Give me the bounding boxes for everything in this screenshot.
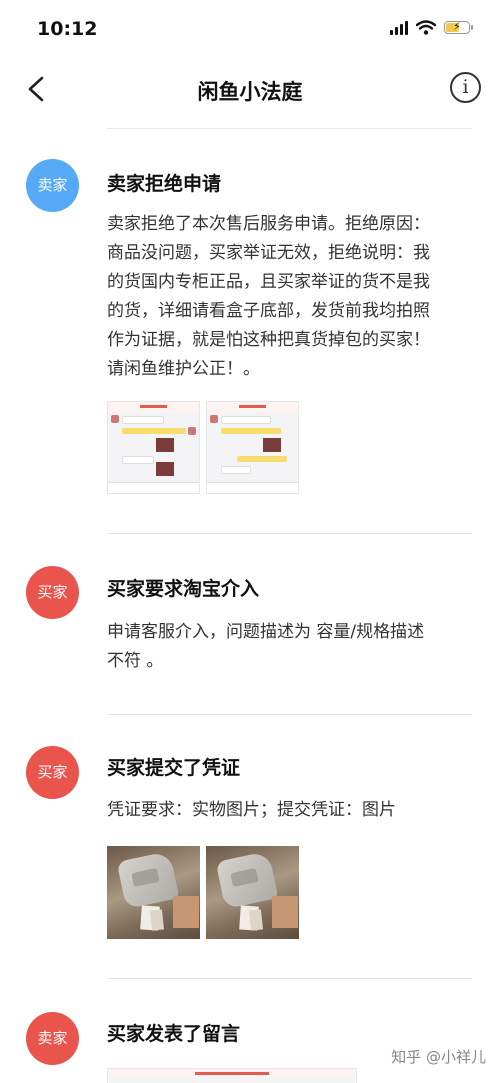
watermark: 知乎 @小祥儿	[391, 1048, 486, 1066]
page-title: 闲鱼小法庭	[197, 80, 303, 104]
event-description: 凭证要求：实物图片；提交凭证：图片	[107, 796, 477, 825]
event-text-line: 卖家拒绝了本次售后服务申请。拒绝原因：	[107, 214, 430, 234]
event-text-line: 申请客服介入，问题描述为 容量/规格描述	[107, 622, 425, 642]
info-icon[interactable]: i	[450, 72, 481, 103]
message-screenshot-thumbnail[interactable]	[107, 1068, 357, 1083]
avatar-seller: 卖家	[26, 159, 79, 212]
event-text-line: 作为证据，就是怕这种把真货掉包的买家！	[107, 330, 430, 350]
event-text-line: 的货国内专柜正品，且买家举证的货不是我	[107, 272, 430, 292]
avatar-seller: 卖家	[26, 1012, 79, 1065]
divider	[107, 714, 472, 715]
event-title: 卖家拒绝申请	[107, 173, 222, 195]
event-text-line: 的货，详细请看盒子底部，发货前我均拍照	[107, 301, 430, 321]
evidence-screenshot-thumbnail[interactable]	[107, 401, 200, 494]
evidence-screenshot-thumbnail[interactable]	[206, 401, 299, 494]
nav-bar: 闲鱼小法庭 i	[0, 60, 500, 118]
event-title: 买家提交了凭证	[107, 757, 241, 779]
divider	[107, 978, 472, 979]
wifi-icon	[416, 20, 436, 35]
event-title: 买家要求淘宝介入	[107, 578, 260, 600]
evidence-photo-thumbnail[interactable]	[206, 846, 299, 939]
event-text-line: 商品没问题，买家举证无效，拒绝说明：我	[107, 243, 430, 263]
event-text-line: 请闲鱼维护公正！。	[107, 359, 260, 379]
event-description: 卖家拒绝了本次售后服务申请。拒绝原因： 商品没问题，买家举证无效，拒绝说明：我 …	[107, 210, 477, 384]
event-text-line: 不符 。	[107, 651, 164, 671]
avatar-buyer: 买家	[26, 566, 79, 619]
avatar-buyer: 买家	[26, 746, 79, 799]
status-time: 10:12	[37, 18, 98, 40]
evidence-photo-thumbnail[interactable]	[107, 846, 200, 939]
cellular-signal-icon	[390, 20, 408, 35]
status-icons: ⚡	[390, 20, 473, 35]
event-description: 申请客服介入，问题描述为 容量/规格描述 不符 。	[107, 618, 477, 676]
event-text-line: 凭证要求：实物图片；提交凭证：图片	[107, 800, 396, 820]
battery-icon: ⚡	[444, 20, 473, 34]
status-bar: 10:12 ⚡	[0, 0, 500, 60]
divider	[107, 533, 472, 534]
event-title: 买家发表了留言	[107, 1023, 241, 1045]
divider	[107, 128, 472, 129]
